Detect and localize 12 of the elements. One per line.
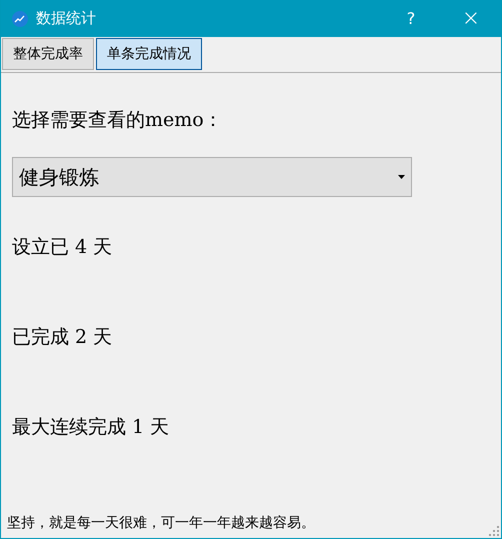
tab[interactable]: 单条完成情况	[96, 38, 202, 70]
prompt-label: 选择需要查看的memo：	[12, 108, 224, 131]
window-title: 数据统计	[36, 9, 97, 28]
tab[interactable]: 整体完成率	[2, 38, 94, 70]
resize-grip-icon[interactable]	[489, 526, 499, 536]
status-text: 坚持，就是每一天很难，可一年一年越来越容易。	[7, 514, 315, 532]
stat-text: 设立已 4 天	[12, 235, 114, 258]
caret-icon	[398, 175, 405, 179]
memo-dropdown[interactable]: 健身锻炼	[12, 157, 412, 197]
stat-text: 已完成 2 天	[12, 325, 114, 348]
stat-text: 最大连续完成 1 天	[12, 415, 170, 438]
chart-icon	[12, 10, 28, 26]
